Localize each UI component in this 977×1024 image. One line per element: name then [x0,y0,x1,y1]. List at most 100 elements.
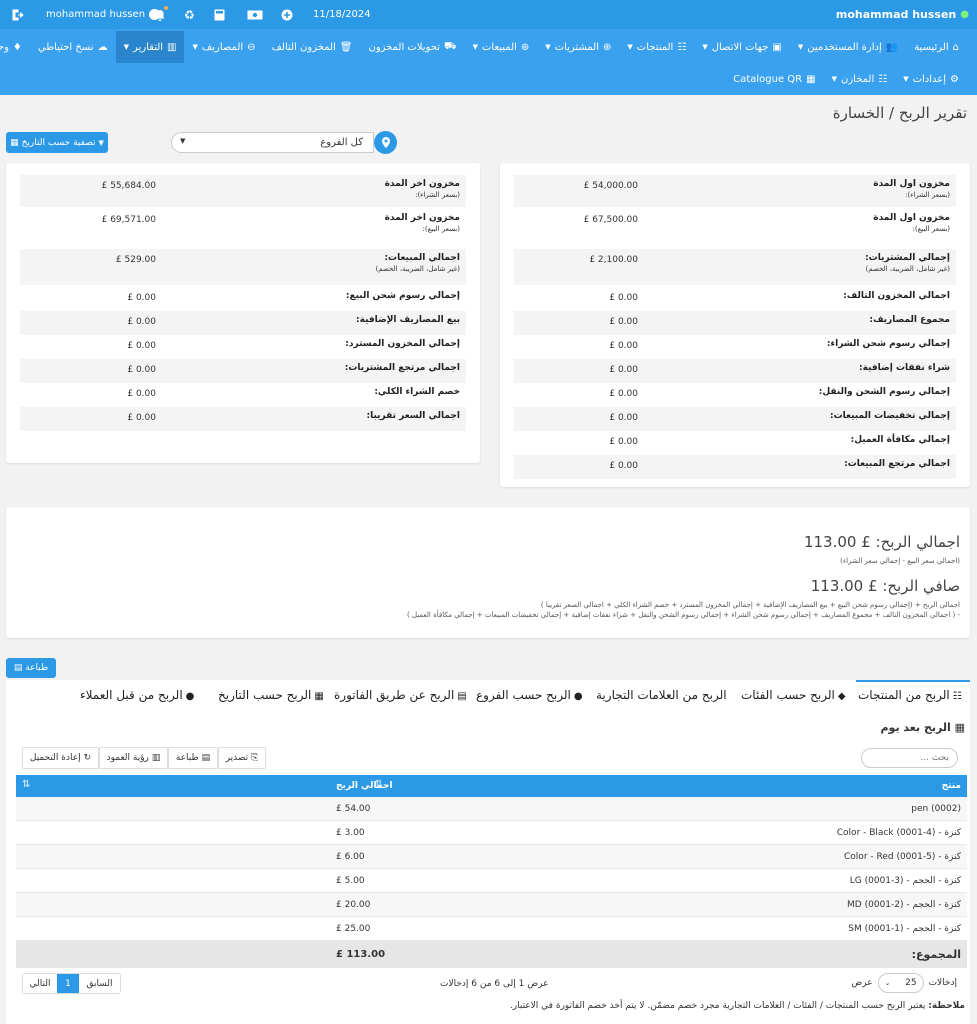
cell-product: كنزة - الحجم - MD (0001-2) [847,900,961,910]
table-row: كنزة - الحجم - MD (0001-2) 20.00 £ [16,893,967,917]
tab-label: الربح من قبل العملاء [80,688,183,702]
reload-label: إعادة التحميل [29,753,81,763]
stat-sublabel: (بسعر البيع): [422,225,460,233]
stat-label: اجمالي المخزون التالف: [843,291,950,301]
date-filter-button[interactable]: ▦ تصفية حسب التاريخ ▼ [6,132,108,153]
page-size-select[interactable]: 25 ⌄ [877,973,924,993]
stat-label: إجمالي مكافأة العميل: [851,435,950,445]
cell-gross-profit: 3.00 £ [336,828,365,838]
cell-gross-profit: 20.00 £ [336,900,371,910]
columns-icon: ▥ [151,753,161,763]
nav-item-r1-6[interactable]: ⛟ تحويلات المخزون [360,31,464,63]
table-row: كنزة - الحجم - LG (0001-3) 5.00 £ [16,869,967,893]
branch-select[interactable]: كل الفروع ▼ [171,132,374,153]
stat-value: 0.00 £ [127,413,156,423]
bell-icon[interactable] [154,0,168,29]
nav-label: الرئيسية [914,41,949,53]
stat-label: إجمالي رسوم الشحن والنقل: [819,387,950,397]
active-tab-indicator [856,680,970,682]
stat-label: اجمالي مرتجع المبيعات: [844,459,950,469]
nav-item-r1-11[interactable]: ♦وحدات [0,31,30,63]
stat-row: اجمالي المبيعات: (غير شامل، الضريبة، الخص… [20,249,466,285]
export-button[interactable]: تصدير ⎘ [218,747,266,769]
stat-value: 0.00 £ [609,413,638,423]
stat-value: 0.00 £ [609,389,638,399]
nav-item-r1-3[interactable]: ☷ المنتجات ▼ [619,31,694,63]
note-label: ملاحظة: [928,1001,965,1011]
nav-item-r1-8[interactable]: ⊖ المصاريف ▼ [184,31,263,63]
nav-label: تحويلات المخزون [368,41,440,53]
stat-row: إجمالي المخزون المسترد: 0.00 £ [20,335,466,359]
table-row: كنزة - Color - Black (0001-4) 3.00 £ [16,821,967,845]
nav-label: المبيعات [481,41,517,53]
nav-item-r2-2[interactable]: ▦ Catalogue QR [725,63,823,95]
reload-button[interactable]: إعادة التحميل ↻ [22,747,99,769]
stat-value: 529.00 £ [115,255,156,265]
chevron-down-icon: ▼ [180,137,186,145]
nav-icon: ☷ [677,41,687,53]
entries-label: إدخالات [928,978,957,988]
nav-item-r1-2[interactable]: ▣ جهات الاتصال ▼ [694,31,790,63]
stat-sublabel: (غير شامل، الضريبة، الخصم) [865,265,951,273]
tab-0[interactable]: ☷الربح من المنتجات [858,688,962,702]
stat-row: مخزون اول المدة (بسعر الشراء): 54,000.00 £ [514,175,956,207]
caret-down-icon: ▼ [797,43,804,51]
nav-item-r1-4[interactable]: ⊕ المشتريات ▼ [537,31,619,63]
stat-value: 69,571.00 £ [101,215,156,225]
user-menu[interactable]: mohammad hussen [46,0,161,29]
stat-value: 67,500.00 £ [583,215,638,225]
nav-item-r1-9[interactable]: ▥ التقارير ▼ [115,31,185,63]
recycle-icon[interactable]: ♻ [184,0,195,29]
col-header-gross-profit[interactable]: اجمالي الربح [336,781,393,791]
column-visibility-label: رؤية العمود [106,753,149,763]
nav-item-r1-7[interactable]: 🗑 المخزون التالف [264,31,361,63]
print-button[interactable]: ▤ طباعة [6,658,56,678]
current-user[interactable]: mohammad hussen ● [836,0,969,29]
table-search-input[interactable] [861,748,958,768]
logout-icon[interactable] [12,0,24,29]
caret-down-icon: ▼ [903,75,909,83]
table-toolbar: تصدير ⎘ طباعة ▤ رؤية العمود ▥ إعادة التحميل… [22,747,266,769]
tab-6[interactable]: ●الربح من قبل العملاء [80,688,194,702]
printer-icon: ▤ [13,663,23,673]
tab-2[interactable]: الربح من العلامات التجارية [596,688,727,702]
nav-item-r1-0[interactable]: ⌂ الرئيسية [906,31,967,63]
previous-page-button[interactable]: السابق [79,974,120,993]
current-date: 11/18/2024 [313,9,371,20]
nav-label: نسخ احتياطي [37,41,94,53]
total-label: المجموع: [911,948,961,961]
tab-label: الربح من المنتجات [858,688,950,702]
nav-label: إدارة المستخدمين [807,41,882,53]
nav-label: وحدات [0,41,9,53]
stat-value: 0.00 £ [127,365,156,375]
current-page-button[interactable]: 1 [57,974,79,993]
stat-label-text: إجمالي رسوم شحن البيع: [345,291,460,301]
cell-product: كنزة - Color - Red (0001-5) [844,852,961,862]
money-icon[interactable] [247,0,263,29]
user-name-right: mohammad hussen [835,8,957,21]
table-print-button[interactable]: طباعة ▤ [168,747,218,769]
nav-item-r2-1[interactable]: ☷ المخازن ▼ [824,63,896,95]
tab-1[interactable]: ◆الربح حسب الفئات [741,688,846,702]
pagination-info: عرض 1 إلى 6 من 6 إدخالات [440,979,549,989]
stat-sublabel: (بسعر الشراء): [415,191,460,199]
caret-down-icon: ▼ [702,43,708,51]
nav-item-r2-0[interactable]: ⚙ إعدادات ▼ [895,63,967,95]
nav-item-r1-5[interactable]: ⊕ المبيعات ▼ [465,31,538,63]
calculator-icon[interactable] [214,0,225,29]
add-circle-icon[interactable] [281,0,293,29]
col-header-product[interactable]: منتج [942,781,961,791]
subtab-profit-by-day[interactable]: ▦ الربح بعد يوم [881,721,966,734]
column-visibility-button[interactable]: رؤية العمود ▥ [99,747,168,769]
nav-item-r1-1[interactable]: 👥 إدارة المستخدمين ▼ [790,31,906,63]
stat-row: مخزون اول المدة (بسعر البيع): 67,500.00 £ [514,209,956,245]
nav-icon: ⊖ [247,41,256,53]
next-page-button[interactable]: التالي [23,974,57,993]
nav-item-r1-10[interactable]: ☁ نسخ احتياطي [30,31,116,63]
tab-4[interactable]: ▤الربح عن طريق الفاتورة [334,688,467,702]
tab-3[interactable]: ●الربح حسب الفروع [476,688,583,702]
tab-icon: ▦ [314,691,324,702]
stat-sublabel: (بسعر البيع): [912,225,950,233]
tab-5[interactable]: ▦الربح حسب التاريخ [218,688,324,702]
table-print-label: طباعة [175,753,199,763]
